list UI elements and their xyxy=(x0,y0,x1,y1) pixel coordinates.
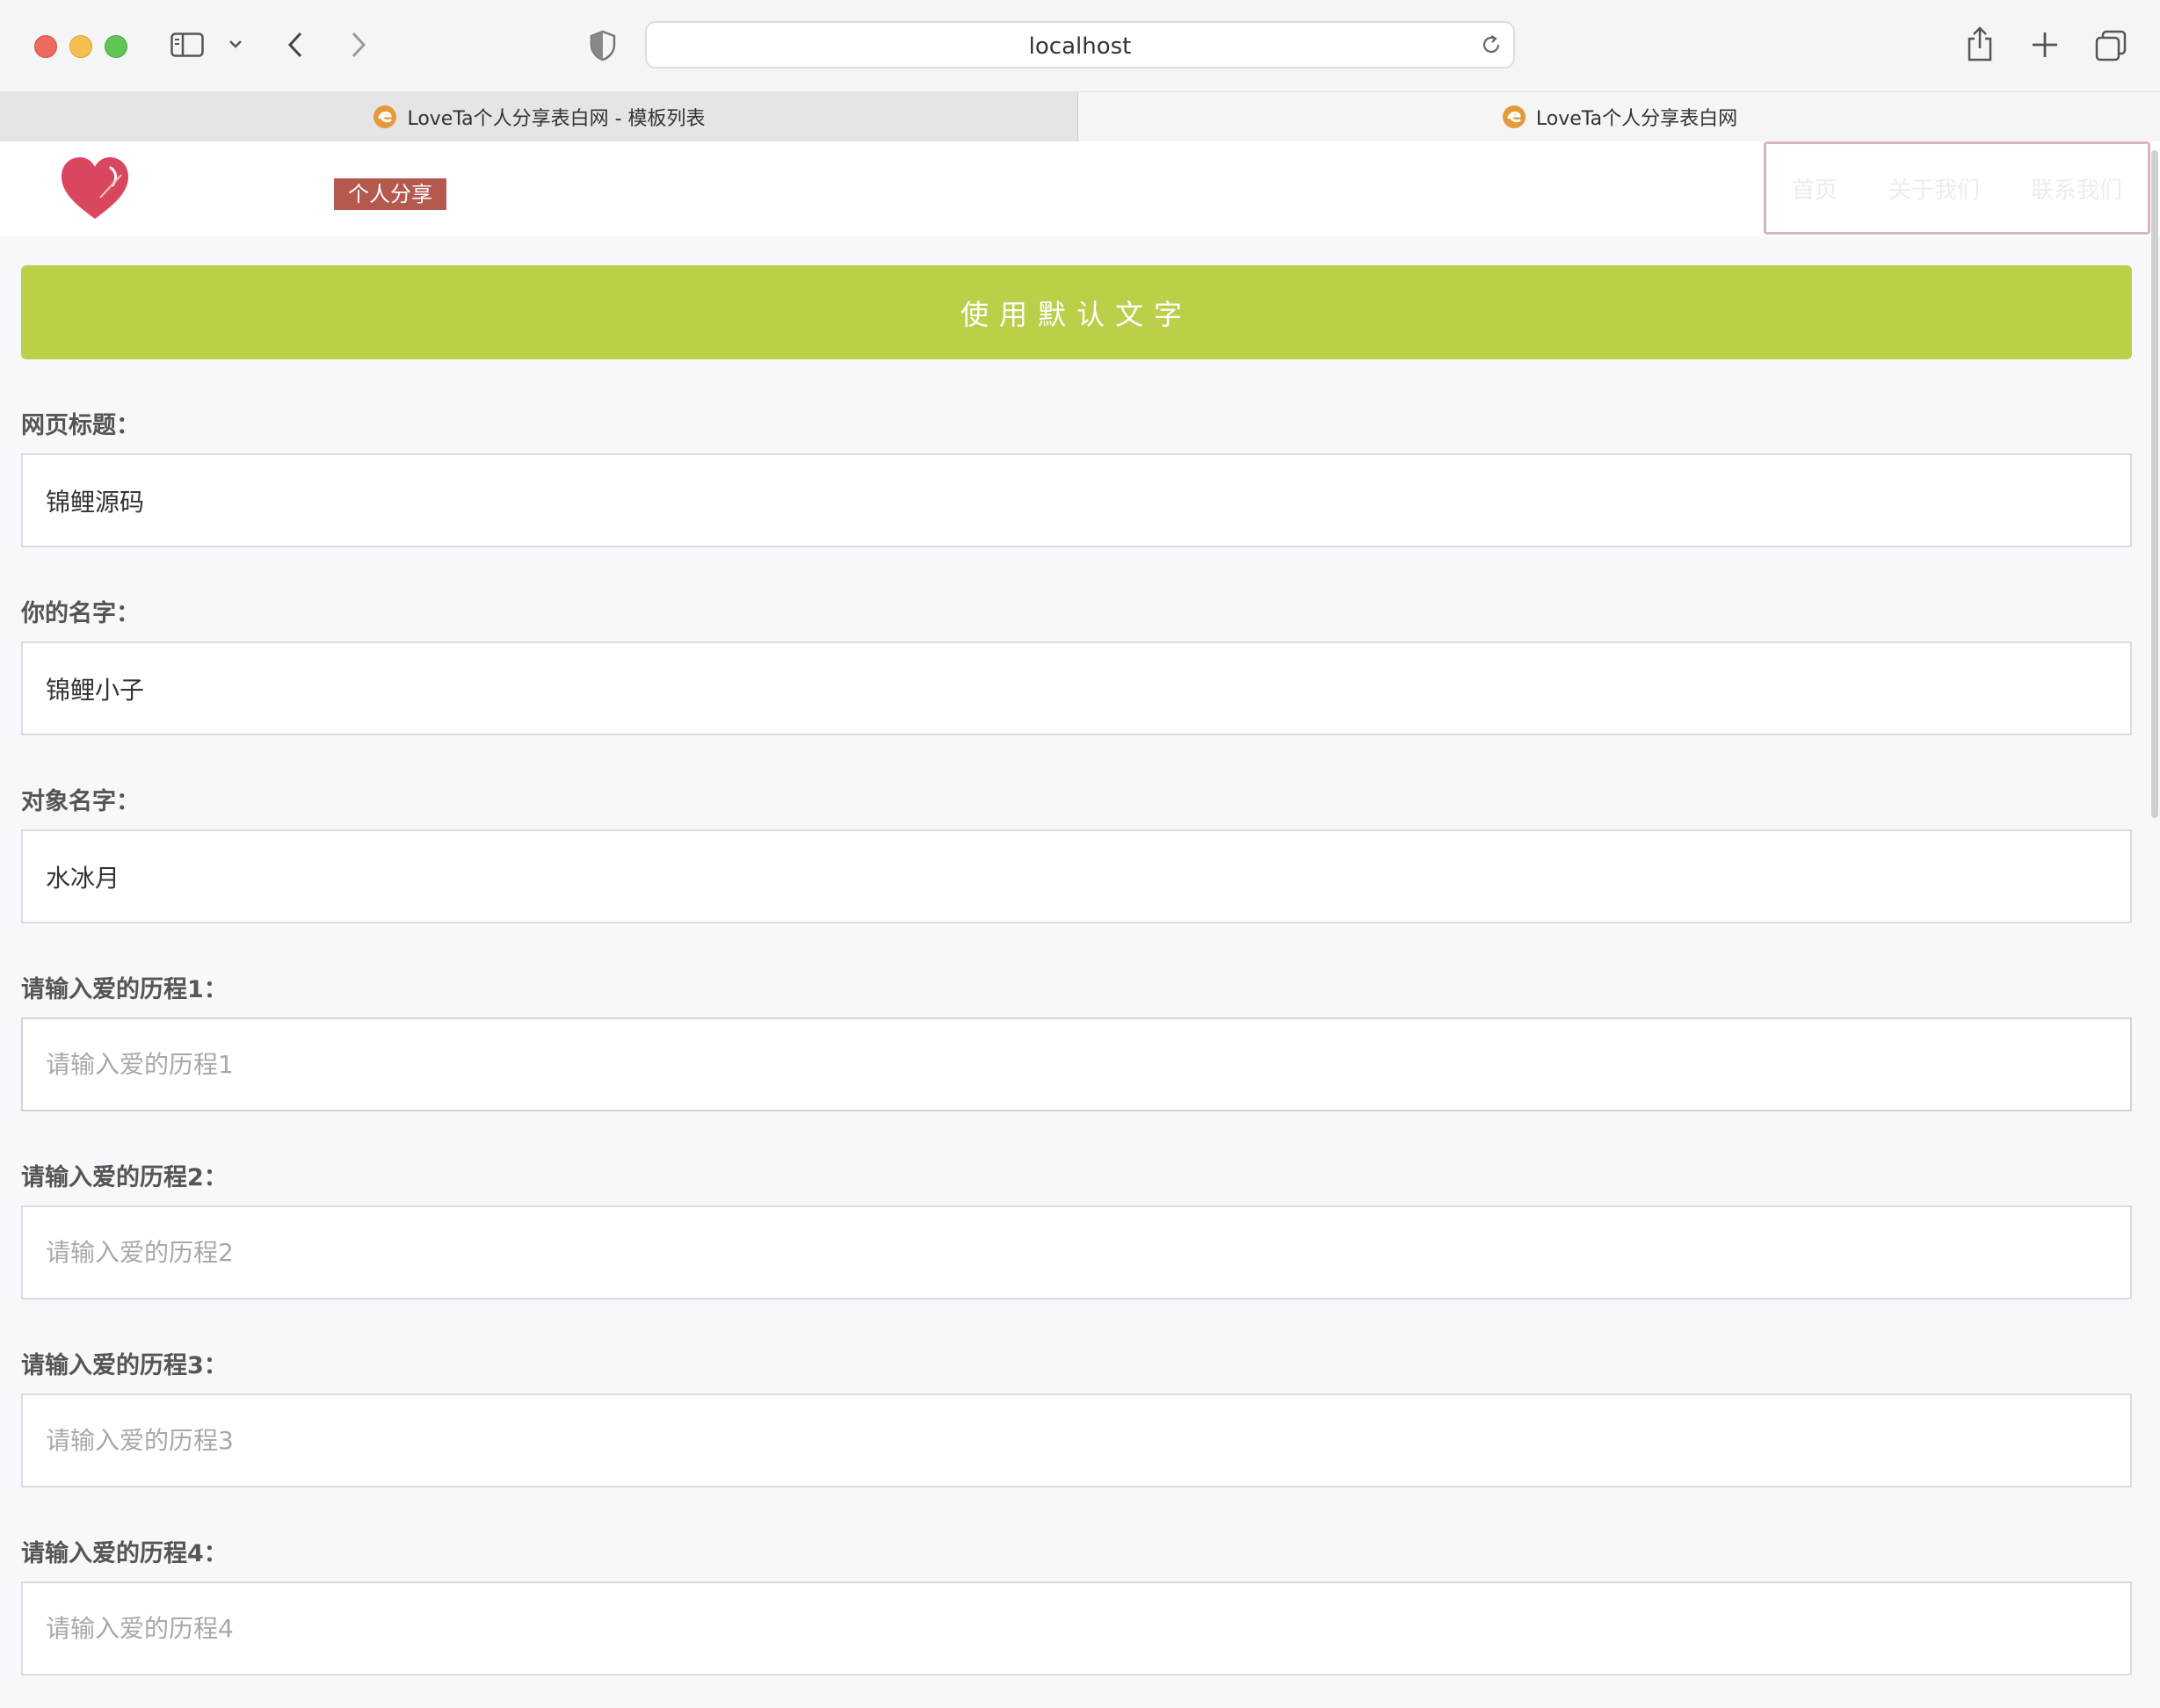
privacy-shield-icon[interactable] xyxy=(589,30,617,62)
browser-toolbar: localhost xyxy=(0,0,2160,91)
url-text: localhost xyxy=(1028,33,1132,60)
tab-title: LoveTa个人分享表白网 - 模板列表 xyxy=(407,108,706,130)
your-name-input[interactable] xyxy=(21,641,2132,735)
love-history-3-input[interactable] xyxy=(21,1393,2132,1487)
window-minimize-button[interactable] xyxy=(69,35,92,58)
address-bar[interactable]: localhost xyxy=(645,21,1515,69)
share-icon[interactable] xyxy=(1965,26,1995,62)
page-scrollbar[interactable] xyxy=(2151,150,2158,818)
site-favicon-icon xyxy=(373,105,397,128)
reload-icon[interactable] xyxy=(1480,33,1503,56)
field-label: 网页标题： xyxy=(21,412,140,439)
field-label: 请输入爱的历程4： xyxy=(21,1540,228,1567)
sidebar-toggle-icon[interactable] xyxy=(170,33,204,57)
field-label: 请输入爱的历程3： xyxy=(21,1352,228,1379)
web-page: 个人分享 首页 关于我们 联系我们 使用默认文字 网页标题： 你的名字： 对象名… xyxy=(0,141,2160,1708)
site-header: 个人分享 首页 关于我们 联系我们 xyxy=(0,141,2160,236)
browser-tab-template-list[interactable]: LoveTa个人分享表白网 - 模板列表 xyxy=(0,92,1078,141)
back-icon[interactable] xyxy=(283,30,308,60)
nav-about-link[interactable]: 关于我们 xyxy=(1888,172,1980,205)
heart-logo-icon[interactable] xyxy=(58,154,132,222)
use-default-text-button[interactable]: 使用默认文字 xyxy=(21,265,2132,359)
partner-name-input[interactable] xyxy=(21,829,2132,923)
chevron-down-icon[interactable] xyxy=(227,35,244,53)
field-label: 对象名字： xyxy=(21,788,140,815)
field-label: 请输入爱的历程2： xyxy=(21,1164,228,1191)
forward-icon[interactable] xyxy=(346,30,371,60)
window-zoom-button[interactable] xyxy=(105,35,127,58)
page-title-input[interactable] xyxy=(21,453,2132,547)
tab-bar: LoveTa个人分享表白网 - 模板列表 LoveTa个人分享表白网 xyxy=(0,91,2160,142)
new-tab-icon[interactable] xyxy=(2030,30,2060,60)
site-badge: 个人分享 xyxy=(334,178,446,210)
tab-title: LoveTa个人分享表白网 xyxy=(1535,108,1738,130)
love-history-2-input[interactable] xyxy=(21,1205,2132,1299)
site-favicon-icon xyxy=(1502,105,1526,128)
love-history-1-input[interactable] xyxy=(21,1017,2132,1111)
site-nav: 首页 关于我们 联系我们 xyxy=(1764,141,2150,235)
nav-home-link[interactable]: 首页 xyxy=(1792,172,1837,205)
nav-contact-link[interactable]: 联系我们 xyxy=(2031,172,2122,205)
tab-overview-icon[interactable] xyxy=(2095,30,2127,62)
browser-tab-active[interactable]: LoveTa个人分享表白网 xyxy=(1078,92,2160,141)
window-close-button[interactable] xyxy=(34,35,57,58)
love-history-4-input[interactable] xyxy=(21,1581,2132,1675)
field-label: 请输入爱的历程1： xyxy=(21,976,228,1003)
field-label: 你的名字： xyxy=(21,600,140,627)
